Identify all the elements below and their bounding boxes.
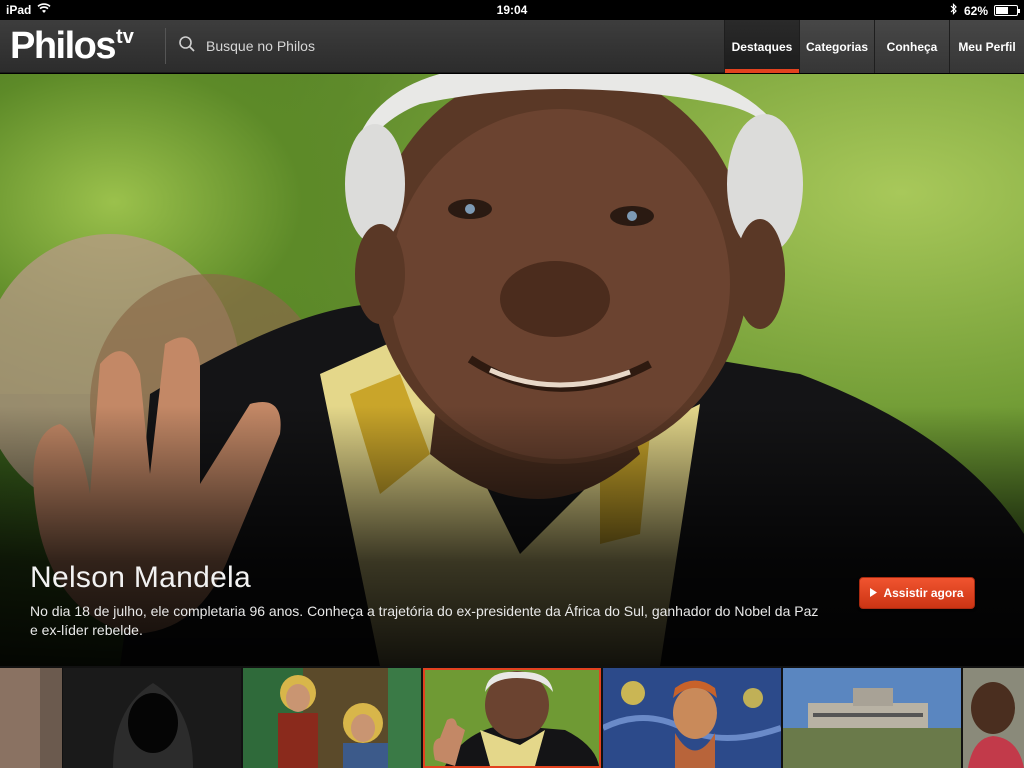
main-tabs: Destaques Categorias Conheça Meu Perfil [724, 20, 1024, 73]
watch-now-label: Assistir agora [883, 586, 964, 600]
thumbnail-van-gogh[interactable] [603, 668, 781, 768]
search-icon [178, 35, 196, 58]
app-nav-bar: Philos tv Busque no Philos Destaques Cat… [0, 20, 1024, 73]
play-icon [870, 586, 878, 600]
thumbnail-stained-glass[interactable] [243, 668, 421, 768]
thumbnail-building[interactable] [783, 668, 961, 768]
featured-title: Nelson Mandela [30, 561, 251, 594]
watch-now-button[interactable]: Assistir agora [859, 577, 975, 609]
battery-percent: 62% [963, 3, 988, 18]
tab-label: Destaques [731, 39, 793, 54]
search-placeholder[interactable]: Busque no Philos [206, 38, 315, 54]
tab-meu-perfil[interactable]: Meu Perfil [949, 20, 1024, 73]
thumbnail-hooded-figure[interactable] [63, 668, 241, 768]
tab-destaques[interactable]: Destaques [724, 20, 799, 73]
thumbnail-child[interactable] [963, 668, 1024, 768]
ios-status-bar: iPad 19:04 62% [0, 0, 1024, 20]
bluetooth-icon [950, 3, 958, 18]
clock: 19:04 [496, 3, 528, 17]
tab-categorias[interactable]: Categorias [799, 20, 874, 73]
philos-tv-logo[interactable]: Philos tv [10, 26, 134, 66]
featured-description: No dia 18 de julho, ele completaria 96 a… [30, 603, 819, 638]
battery-icon [994, 5, 1020, 16]
nav-divider [165, 28, 166, 64]
thumbnail-partial-left[interactable] [0, 668, 62, 768]
tab-label: Conheça [886, 39, 938, 54]
search-field[interactable]: Busque no Philos [178, 32, 678, 60]
featured-hero[interactable]: Nelson Mandela No dia 18 de julho, ele c… [0, 74, 1024, 666]
status-right: 62% [950, 3, 1020, 18]
tab-conheca[interactable]: Conheça [874, 20, 949, 73]
thumbnail-nelson-mandela[interactable] [423, 668, 601, 768]
logo-tv-suffix: tv [116, 26, 134, 48]
tab-label: Categorias [805, 39, 869, 54]
thumbnail-carousel[interactable] [0, 666, 1024, 768]
logo-wordmark: Philos [10, 25, 117, 67]
tab-label: Meu Perfil [958, 39, 1016, 54]
